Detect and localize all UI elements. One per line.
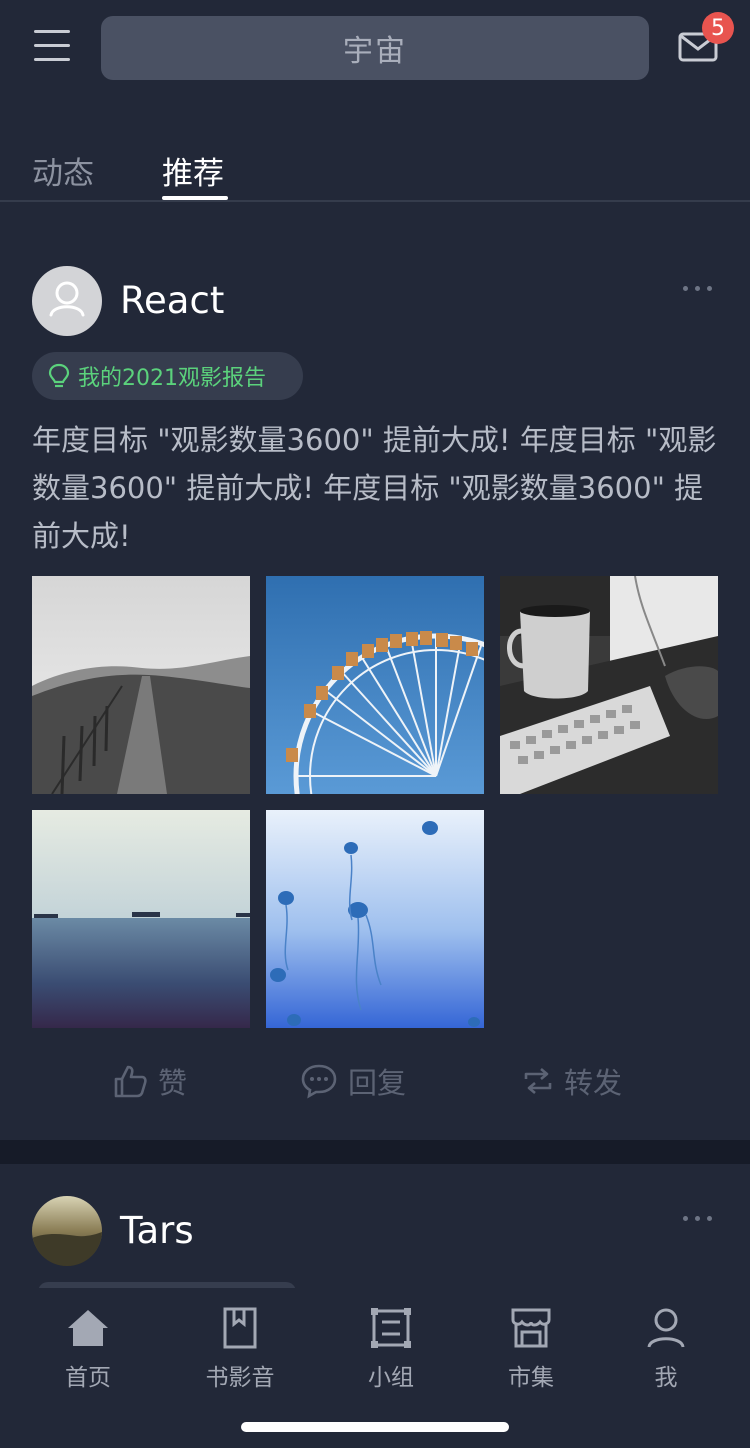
tab-recommend[interactable]: 推荐	[162, 148, 224, 193]
comment-icon	[301, 1064, 337, 1099]
photo-ferris-wheel[interactable]	[266, 576, 484, 794]
home-icon	[68, 1310, 108, 1346]
reply-label: 回复	[348, 1066, 407, 1100]
tab-market-label: 市集	[508, 1365, 554, 1391]
post-tag-label: 我的2021观影报告	[78, 366, 266, 391]
lightbulb-icon	[48, 363, 70, 388]
photo-jellyfish[interactable]	[266, 810, 484, 1028]
default-avatar-icon	[49, 281, 85, 317]
feed-tabs: 动态 推荐	[0, 148, 750, 202]
active-tab-indicator	[162, 196, 228, 200]
tab-me[interactable]: 我	[611, 1306, 721, 1392]
tab-me-label: 我	[654, 1365, 678, 1391]
notification-badge: 5	[702, 12, 734, 44]
thumbs-up-icon	[114, 1065, 147, 1098]
user-icon	[647, 1308, 685, 1348]
like-label: 赞	[158, 1066, 188, 1100]
home-indicator	[241, 1422, 509, 1432]
avatar[interactable]	[32, 266, 102, 336]
post-divider	[0, 1140, 750, 1164]
search-box[interactable]: 宇宙	[101, 16, 649, 80]
more-options-icon[interactable]	[683, 1216, 712, 1221]
search-text: 宇宙	[343, 34, 407, 69]
tab-home[interactable]: 首页	[33, 1306, 143, 1392]
more-options-icon[interactable]	[683, 286, 712, 291]
tab-books-movies-music[interactable]: 书影音	[185, 1306, 295, 1392]
group-icon	[371, 1308, 411, 1348]
tab-home-label: 首页	[65, 1365, 111, 1391]
reply-button[interactable]: 回复	[300, 1060, 406, 1102]
top-bar: 宇宙 5	[0, 0, 750, 110]
book-icon	[223, 1307, 257, 1349]
avatar[interactable]	[32, 1196, 102, 1266]
repost-icon	[524, 1068, 552, 1094]
tab-market[interactable]: 市集	[476, 1306, 586, 1392]
share-label: 转发	[564, 1066, 623, 1100]
like-button[interactable]: 赞	[112, 1060, 187, 1102]
photo-hills[interactable]	[32, 576, 250, 794]
post-author[interactable]: Tars	[120, 1209, 194, 1252]
share-button[interactable]: 转发	[522, 1060, 622, 1102]
menu-icon[interactable]	[34, 30, 70, 64]
post-tag[interactable]: 我的2021观影报告	[32, 352, 303, 400]
post-text: 年度目标 "观影数量3600" 提前大成! 年度目标 "观影数量3600" 提前…	[32, 423, 717, 553]
photo-sea[interactable]	[32, 810, 250, 1028]
tab-books-label: 书影音	[205, 1365, 275, 1391]
shop-icon	[511, 1308, 551, 1348]
tab-group[interactable]: 小组	[336, 1306, 446, 1392]
photo-mug-keyboard[interactable]	[500, 576, 718, 794]
post-actions: 赞 回复 转发	[0, 1060, 750, 1108]
tab-dynamic[interactable]: 动态	[32, 148, 94, 193]
post-author[interactable]: React	[120, 279, 224, 322]
tab-group-label: 小组	[368, 1365, 414, 1391]
